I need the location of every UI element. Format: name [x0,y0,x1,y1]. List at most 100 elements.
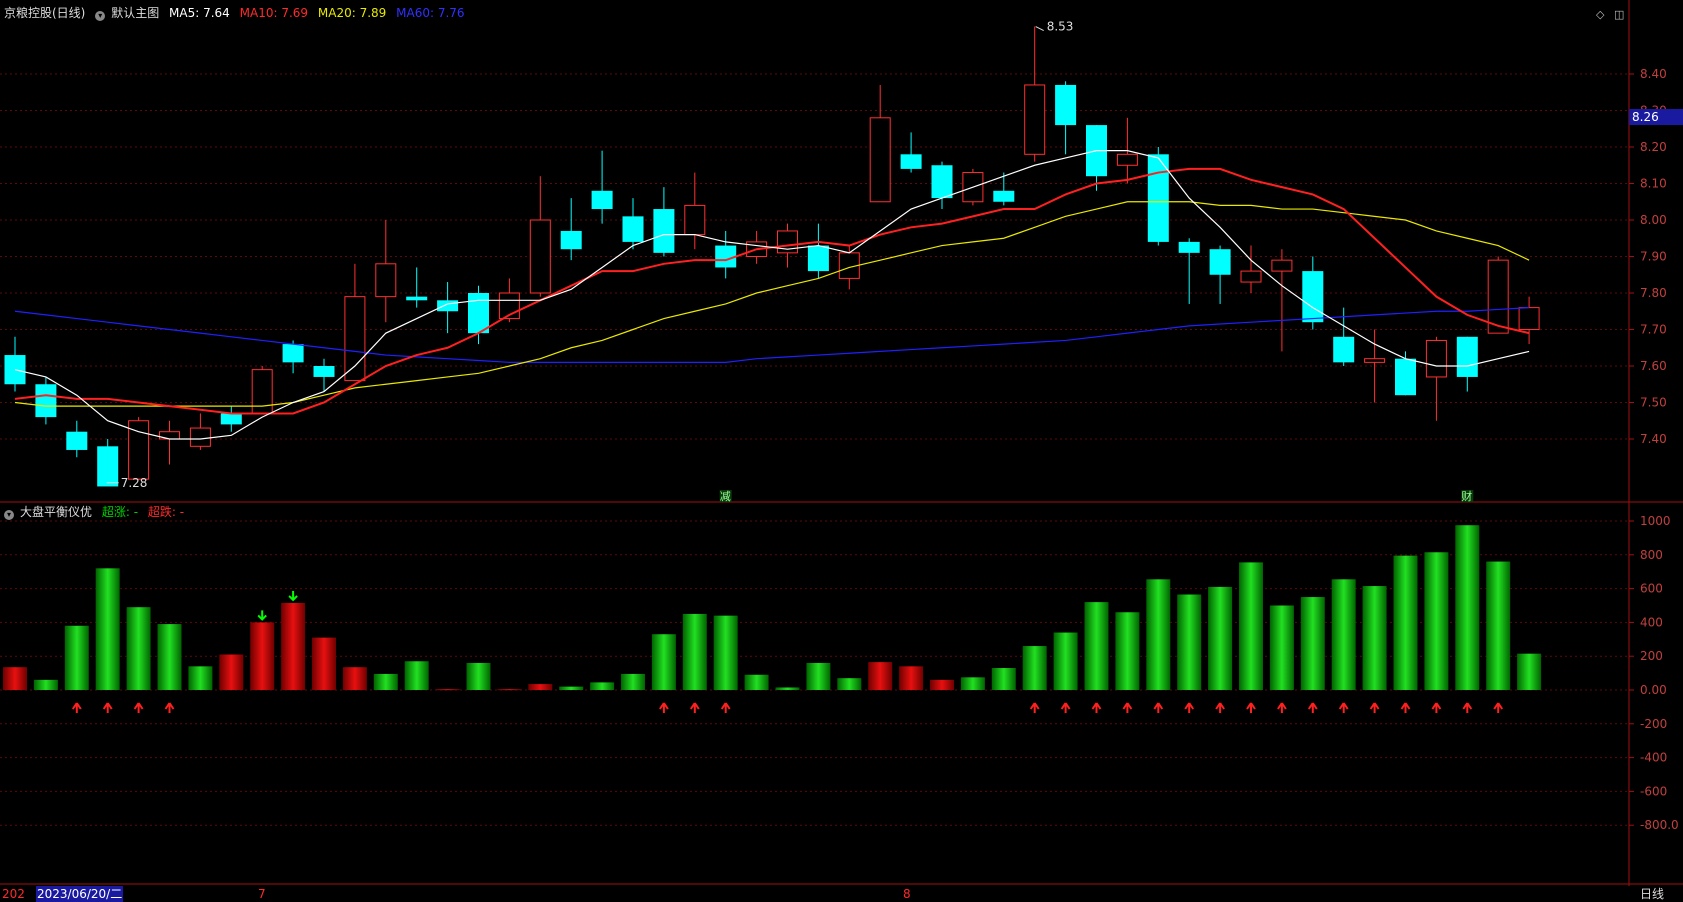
indicator-bar [1239,562,1263,690]
moving-average-lines [14,150,1530,440]
indicator-bar [682,613,707,690]
chevron-down-icon[interactable]: ▾ [4,510,14,520]
indicator-bar [497,689,522,691]
month-7-label: 7 [258,887,266,901]
candle-body-down [1209,249,1231,275]
up-arrow-icon [102,702,113,713]
indicator-bar [157,624,182,690]
up-arrow-icon [659,702,669,713]
indicator-tick-label: -400 [1640,751,1667,765]
candle-body-up [1518,307,1540,331]
indicator-bar [775,687,800,690]
up-arrow-icon [1060,702,1071,713]
chevron-down-icon[interactable]: ▾ [95,11,106,21]
candle-body-down [468,293,489,334]
up-arrow-icon [1029,702,1040,713]
candle-body-up [344,296,366,382]
indicator-bar [899,666,924,690]
up-arrow-icon [1277,702,1287,713]
candle-body-down [1055,84,1077,126]
balance-indicator-bars [3,525,1542,713]
month-8-label: 8 [903,887,911,901]
candle-body-down [1178,241,1200,253]
candle-body-up [189,427,211,447]
ma5-line [14,150,1530,440]
indicator-bar [126,607,151,690]
up-arrow-icon [689,702,700,713]
price-axis: 7.407.507.607.707.807.908.008.108.208.30… [1629,67,1679,832]
indicator-bar [1331,579,1356,690]
up-arrow-icon [1246,702,1256,713]
indicator-bar [95,568,120,690]
indicator-tick-label: -800.0 [1640,818,1679,832]
candle-body-down [282,344,304,363]
indicator-name[interactable]: 大盘平衡仪优 [20,505,92,519]
event-marker: 财 [1461,489,1472,503]
candle-body-up [1364,358,1386,363]
stock-title[interactable]: 京粮控股(日线) [4,6,85,20]
candle-body-up [684,204,706,236]
indicator-bar [1208,586,1233,690]
up-arrow-icon [71,702,82,713]
up-arrow-icon [1122,702,1133,713]
price-tick-label: 8.40 [1640,67,1667,81]
indicator-tick-label: 200 [1640,649,1663,663]
candle-body-down [807,245,829,272]
indicator-bar [1393,555,1418,690]
period-button[interactable]: 日线 [1640,886,1664,902]
up-arrow-icon [1091,702,1102,713]
indicator-bar [1424,552,1449,690]
chart-annotations: 8.53 7.28 减 财 [106,20,1474,503]
candle-body-down [66,431,88,450]
up-arrow-icon [1431,702,1442,713]
up-arrow-icon [1215,702,1225,713]
event-marker: 减 [720,490,731,503]
overbought-label: 超涨: - [101,505,139,519]
up-arrow-icon [720,702,731,713]
up-arrow-icon [1153,702,1164,713]
date-label[interactable]: 2023/06/20/二 [36,886,124,902]
up-arrow-icon [1307,702,1318,713]
candle-body-down [560,230,582,250]
price-tick-label: 7.90 [1640,250,1667,264]
price-tick-label: 7.80 [1640,286,1667,300]
indicator-bar [1053,632,1078,690]
indicator-bar [1517,653,1542,690]
indicator-bar [528,684,553,690]
ma20-line [14,201,1530,407]
ma10-line [14,167,1530,415]
stock-chart[interactable]: 7.407.507.607.707.807.908.008.108.208.30… [0,0,1683,902]
oversold-label: 超跌: - [147,505,185,519]
panel-toggle-icon[interactable]: ◫ [1614,8,1624,21]
diamond-icon[interactable]: ◇ [1596,8,1604,21]
up-arrow-icon [1400,702,1411,713]
candle-body-up [869,117,891,203]
price-tick-label: 7.40 [1640,432,1667,446]
indicator-bar [744,674,769,690]
low-price-label: 7.28 [121,476,148,490]
candle-body-up [1240,270,1262,283]
indicator-bar [1362,586,1387,690]
high-pointer [1035,26,1044,31]
price-tick-label: 8.20 [1640,140,1667,154]
indicator-tick-label: -200 [1640,717,1667,731]
indicator-bar [1269,605,1294,690]
candle-body-down [653,209,675,253]
template-label[interactable]: 默认主图 [111,6,159,20]
indicator-bar [1486,561,1511,690]
year-label: 202 [2,887,25,901]
up-arrow-icon [164,702,175,713]
timeline-bar: 202 2023/06/20/二 7 8 日线 [0,886,1683,902]
price-tick-label: 7.70 [1640,323,1667,337]
candle-body-down [97,446,119,487]
indicator-tick-label: 1000 [1640,514,1671,528]
candle-body-down [437,300,459,312]
indicator-bar [188,666,213,690]
up-arrow-icon [1338,702,1349,713]
indicator-bar [960,677,985,690]
indicator-bar [281,602,306,690]
up-arrow-icon [1462,702,1473,713]
price-tick-label: 8.00 [1640,213,1667,227]
indicator-bar [590,682,615,690]
price-tick-label: 8.10 [1640,177,1667,191]
